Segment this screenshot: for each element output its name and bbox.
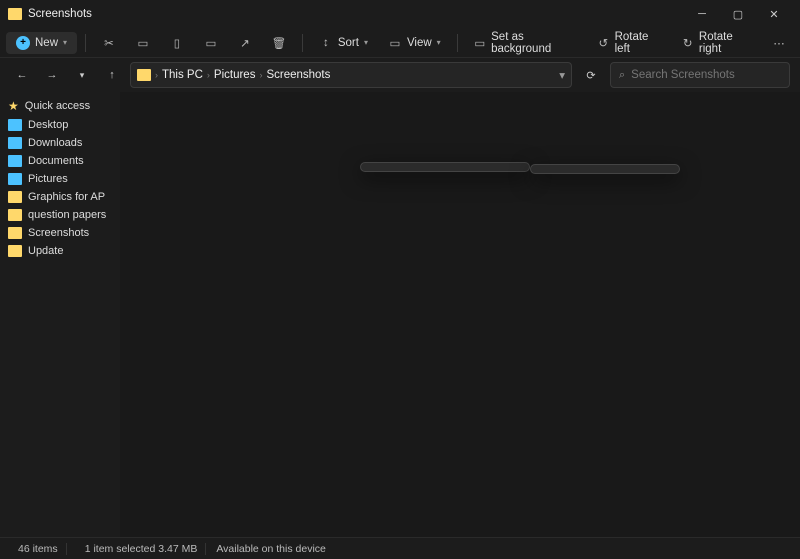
paste-icon: ▯ [170,36,184,50]
view-button[interactable]: ▭ View ▾ [380,32,449,54]
sidebar-item[interactable]: Screenshots [0,224,120,242]
close-button[interactable]: ✕ [756,0,792,28]
folder-icon [8,119,22,131]
availability-status: Available on this device [216,543,326,555]
up-button[interactable]: ↑ [100,63,124,87]
background-icon: ▭ [474,36,487,50]
folder-icon [8,173,22,185]
chevron-right-icon: › [207,70,210,80]
more-button[interactable]: ⋯ [764,32,794,54]
new-button[interactable]: + New ▾ [6,32,77,54]
separator [457,34,458,52]
sidebar-item-label: Pictures [28,173,68,185]
quick-access-header[interactable]: ★ Quick access [0,96,120,116]
folder-icon [8,227,22,239]
sidebar-item-label: Update [28,245,63,257]
sidebar-item-label: Documents [28,155,84,167]
rename-button[interactable]: ▭ [196,32,226,54]
set-background-button[interactable]: ▭ Set as background [466,27,585,59]
crumb[interactable]: Screenshots [266,69,330,81]
sort-label: Sort [338,37,359,49]
cut-button[interactable]: ✂ [94,32,124,54]
sidebar-item[interactable]: Graphics for AP [0,188,120,206]
folder-icon [8,245,22,257]
search-input[interactable] [631,69,781,81]
chevron-down-icon: ▾ [437,38,441,47]
copy-button[interactable]: ▭ [128,32,158,54]
item-count: 46 items [10,543,67,555]
separator [85,34,86,52]
rotate-right-label: Rotate right [699,31,752,55]
sidebar-item[interactable]: question papers [0,206,120,224]
chevron-down-icon: ▾ [63,38,67,47]
window-title: Screenshots [28,8,684,20]
cut-icon: ✂ [102,36,116,50]
toolbar: + New ▾ ✂ ▭ ▯ ▭ ↗ 🗑 ↕ Sort ▾ ▭ View ▾ ▭ Set a… [0,28,800,58]
plus-icon: + [16,36,30,50]
sidebar-item-label: Quick access [25,100,90,112]
folder-icon [8,155,22,167]
minimize-button[interactable]: ─ [684,0,720,28]
chevron-down-icon[interactable]: ▾ [559,68,565,82]
rotate-left-button[interactable]: ↺ Rotate left [589,27,669,59]
chevron-right-icon: › [259,70,262,80]
titlebar: Screenshots ─ ▢ ✕ [0,0,800,28]
sidebar-item-label: Desktop [28,119,68,131]
sidebar-item[interactable]: Documents [0,152,120,170]
refresh-button[interactable]: ⟳ [578,62,604,88]
more-icon: ⋯ [772,36,786,50]
rotate-right-button[interactable]: ↻ Rotate right [673,27,760,59]
selection-info: 1 item selected 3.47 MB [77,543,207,555]
back-button[interactable]: ← [10,63,34,87]
chevron-right-icon: › [155,70,158,80]
sidebar-item[interactable]: Desktop [0,116,120,134]
share-icon: ↗ [238,36,252,50]
view-icon: ▭ [388,36,402,50]
star-icon: ★ [8,99,19,113]
sidebar-item-label: Downloads [28,137,82,149]
context-menu [360,162,530,172]
status-bar: 46 items 1 item selected 3.47 MB Availab… [0,537,800,559]
sidebar-item-label: question papers [28,209,106,221]
rotate-left-label: Rotate left [615,31,662,55]
sort-icon: ↕ [319,36,333,50]
open-with-submenu [530,164,680,174]
breadcrumb[interactable]: › This PC › Pictures › Screenshots ▾ [130,62,572,88]
rotate-right-icon: ↻ [681,36,694,50]
sidebar-item[interactable]: Pictures [0,170,120,188]
sidebar-item-label: Screenshots [28,227,89,239]
trash-icon: 🗑 [272,36,286,50]
search-box[interactable]: ⌕ [610,62,790,88]
sidebar-item[interactable]: Downloads [0,134,120,152]
folder-icon [8,8,22,20]
maximize-button[interactable]: ▢ [720,0,756,28]
file-grid [120,92,800,537]
rotate-left-icon: ↺ [597,36,610,50]
copy-icon: ▭ [136,36,150,50]
recent-button[interactable]: ▾ [70,63,94,87]
rename-icon: ▭ [204,36,218,50]
separator [302,34,303,52]
search-icon: ⌕ [619,69,625,82]
share-button[interactable]: ↗ [230,32,260,54]
delete-button[interactable]: 🗑 [264,32,294,54]
sidebar-item[interactable]: Update [0,242,120,260]
sort-button[interactable]: ↕ Sort ▾ [311,32,376,54]
sidebar: ★ Quick access Desktop Downloads Documents Pi… [0,92,120,537]
sidebar-item-label: Graphics for AP [28,191,105,203]
folder-icon [137,69,151,81]
address-bar: ← → ▾ ↑ › This PC › Pictures › Screensho… [0,58,800,92]
chevron-down-icon: ▾ [364,38,368,47]
forward-button[interactable]: → [40,63,64,87]
view-label: View [407,37,432,49]
set-bg-label: Set as background [491,31,577,55]
folder-icon [8,137,22,149]
crumb[interactable]: Pictures [214,69,256,81]
paste-button[interactable]: ▯ [162,32,192,54]
folder-icon [8,209,22,221]
folder-icon [8,191,22,203]
crumb[interactable]: This PC [162,69,203,81]
new-label: New [35,37,58,49]
